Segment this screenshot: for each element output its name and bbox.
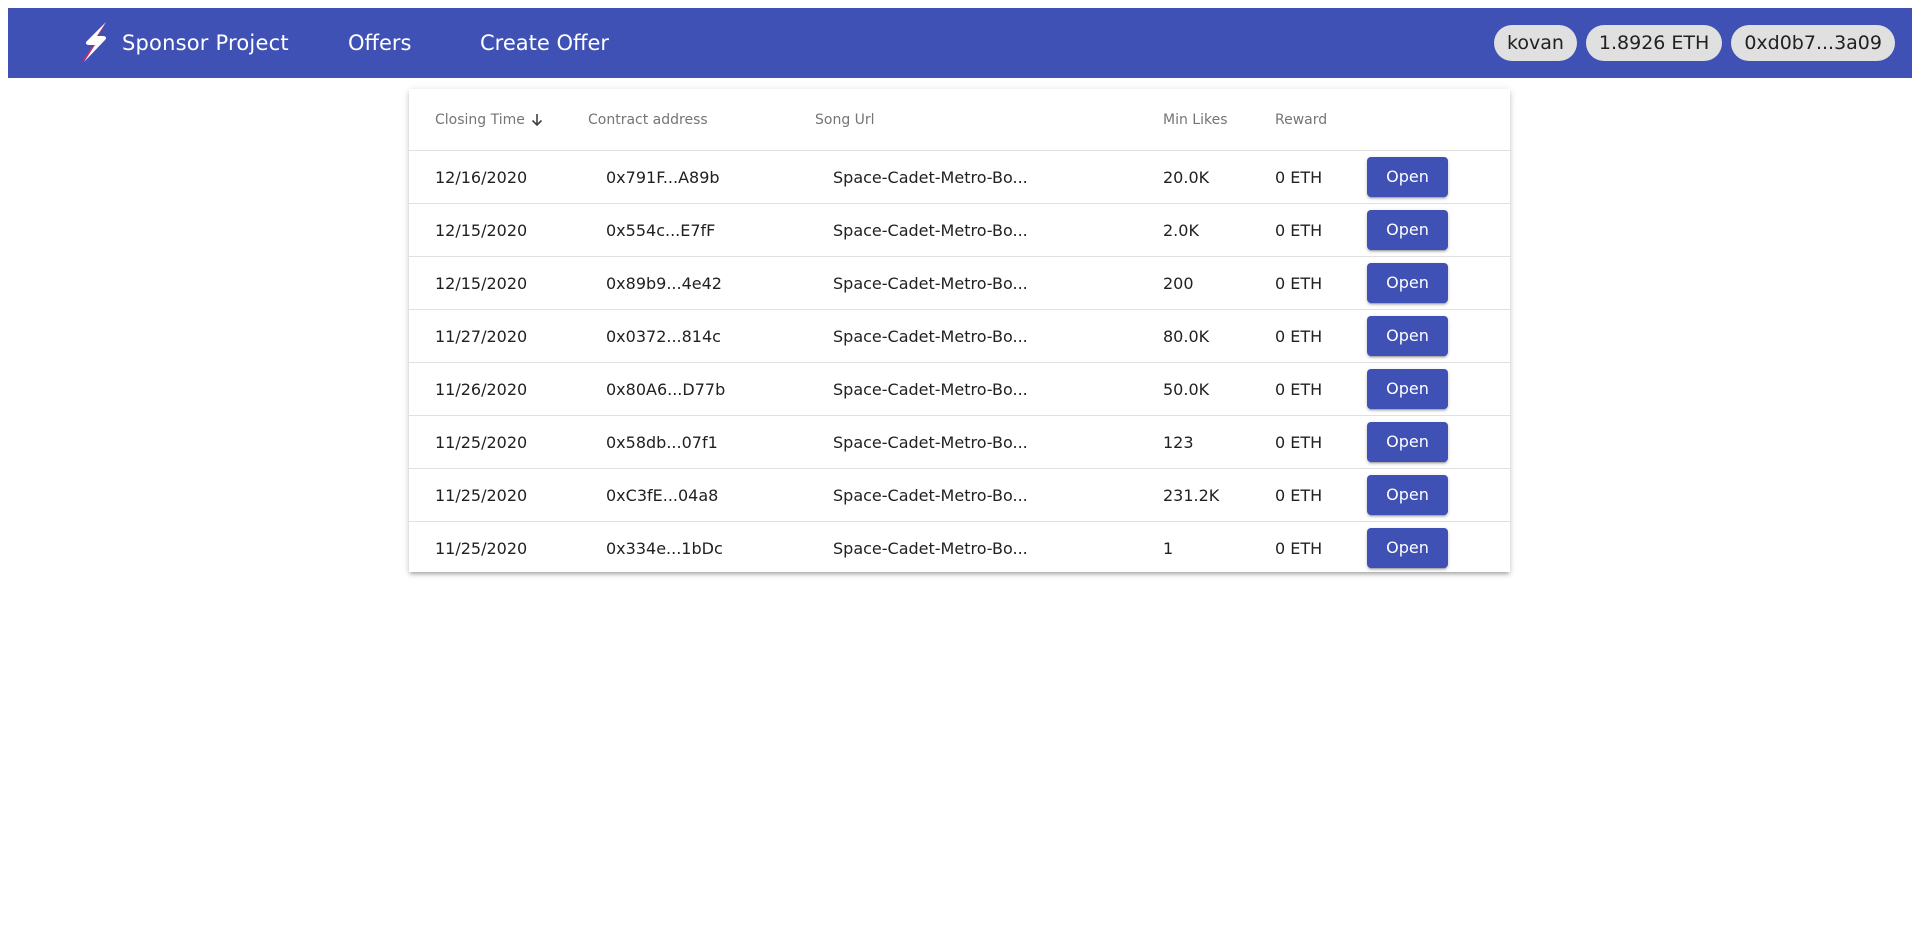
- action-cell: Open: [1367, 256, 1510, 310]
- action-cell: Open: [1367, 150, 1510, 204]
- reward-cell: 0 ETH: [1275, 203, 1367, 257]
- min-likes-cell: 1: [1163, 538, 1174, 558]
- open-button[interactable]: Open: [1367, 157, 1448, 197]
- contract-address-cell: 0xC3fE...04a8: [588, 468, 815, 522]
- table-row: 12/15/2020 0x554c...E7fF Space-Cadet-Met…: [409, 203, 1510, 257]
- reward-cell: 0 ETH: [1275, 309, 1367, 363]
- min-likes-cell: 50.0K: [1163, 362, 1275, 416]
- reward-cell: 0 ETH: [1275, 415, 1367, 469]
- top-app-bar: Sponsor Project Offers Create Offer kova…: [8, 8, 1912, 78]
- column-header-closing-time[interactable]: Closing Time: [409, 89, 588, 151]
- column-header-label: Reward: [1275, 111, 1328, 128]
- table-row: 11/25/2020 0x58db...07f1 Space-Cadet-Met…: [409, 415, 1510, 469]
- closing-time-cell: 11/27/2020: [409, 309, 588, 363]
- wallet-info: kovan 1.8926 ETH 0xd0b7...3a09: [1494, 25, 1895, 61]
- contract-address-cell: 0x58db...07f1: [588, 415, 815, 469]
- min-likes-cell: 2.0K: [1163, 203, 1275, 257]
- closing-time-cell: 11/25/2020: [409, 468, 588, 522]
- closing-time-cell: 11/26/2020: [409, 362, 588, 416]
- column-header-label: Song Url: [815, 111, 875, 128]
- min-likes-cell: 123: [1163, 415, 1275, 469]
- contract-address-cell: 0x89b9...4e42: [588, 256, 815, 310]
- column-header-song-url[interactable]: Song Url: [815, 89, 1163, 151]
- table-row: 11/25/2020 0x334e...1bDc Space-Cadet-Met…: [409, 522, 1510, 575]
- column-header-reward[interactable]: Reward: [1275, 89, 1367, 151]
- song-url-cell: Space-Cadet-Metro-Bo...: [815, 468, 1163, 522]
- closing-time-cell: 12/15/2020: [409, 256, 588, 310]
- arrow-down-icon: [531, 113, 542, 126]
- open-button[interactable]: Open: [1367, 210, 1448, 250]
- action-cell: Open: [1367, 203, 1510, 257]
- nav-offers[interactable]: Offers: [348, 8, 412, 78]
- column-header-contract-address[interactable]: Contract address: [588, 89, 815, 151]
- song-url-cell: Space-Cadet-Metro-Bo...: [815, 362, 1163, 416]
- reward-cell: 0 ETH: [1275, 468, 1367, 522]
- table-row: 12/15/2020 0x89b9...4e42 Space-Cadet-Met…: [409, 256, 1510, 310]
- contract-address-cell: 0x554c...E7fF: [588, 203, 815, 257]
- contract-address-cell: 0x0372...814c: [588, 309, 815, 363]
- table-row: 11/25/2020 0xC3fE...04a8 Space-Cadet-Met…: [409, 468, 1510, 522]
- song-url-cell: Space-Cadet-Metro-Bo...: [815, 415, 1163, 469]
- song-url-cell: Space-Cadet-Metro-Bo...: [833, 538, 1028, 558]
- nav-create-offer[interactable]: Create Offer: [480, 8, 609, 78]
- column-header-action: [1367, 89, 1510, 151]
- brand[interactable]: Sponsor Project: [74, 20, 289, 66]
- action-cell: Open: [1367, 415, 1510, 469]
- min-likes-cell: 200: [1163, 256, 1275, 310]
- action-cell: Open: [1367, 522, 1510, 575]
- lightning-logo-icon: [80, 22, 107, 64]
- reward-cell: 0 ETH: [1275, 150, 1367, 204]
- table-row: 11/27/2020 0x0372...814c Space-Cadet-Met…: [409, 309, 1510, 363]
- table-row: 11/26/2020 0x80A6...D77b Space-Cadet-Met…: [409, 362, 1510, 416]
- action-cell: Open: [1367, 362, 1510, 416]
- song-url-cell: Space-Cadet-Metro-Bo...: [815, 256, 1163, 310]
- reward-cell: 0 ETH: [1275, 538, 1323, 558]
- column-header-label: Contract address: [588, 111, 708, 128]
- table-row: 12/16/2020 0x791F...A89b Space-Cadet-Met…: [409, 150, 1510, 204]
- closing-time-cell: 12/16/2020: [409, 150, 588, 204]
- action-cell: Open: [1367, 309, 1510, 363]
- closing-time-cell: 12/15/2020: [409, 203, 588, 257]
- song-url-cell: Space-Cadet-Metro-Bo...: [815, 203, 1163, 257]
- offers-table: Closing Time Contract address Song Url M…: [409, 89, 1510, 574]
- min-likes-cell: 20.0K: [1163, 150, 1275, 204]
- brand-name: Sponsor Project: [122, 31, 289, 55]
- open-button[interactable]: Open: [1367, 528, 1448, 568]
- song-url-cell: Space-Cadet-Metro-Bo...: [815, 309, 1163, 363]
- column-header-min-likes[interactable]: Min Likes: [1163, 89, 1275, 151]
- reward-cell: 0 ETH: [1275, 256, 1367, 310]
- open-button[interactable]: Open: [1367, 369, 1448, 409]
- action-cell: Open: [1367, 468, 1510, 522]
- page: Sponsor Project Offers Create Offer kova…: [0, 0, 1919, 936]
- open-button[interactable]: Open: [1367, 263, 1448, 303]
- contract-address-cell: 0x791F...A89b: [588, 150, 815, 204]
- open-button[interactable]: Open: [1367, 316, 1448, 356]
- min-likes-cell: 80.0K: [1163, 309, 1275, 363]
- open-button[interactable]: Open: [1367, 475, 1448, 515]
- song-url-cell: Space-Cadet-Metro-Bo...: [815, 150, 1163, 204]
- table-header-row: Closing Time Contract address Song Url M…: [409, 89, 1510, 151]
- min-likes-cell: 231.2K: [1163, 468, 1275, 522]
- account-chip: 0xd0b7...3a09: [1731, 25, 1895, 61]
- offers-table-card: Closing Time Contract address Song Url M…: [409, 89, 1510, 572]
- contract-address-cell: 0x334e...1bDc: [606, 538, 723, 558]
- column-header-label: Min Likes: [1163, 111, 1228, 128]
- network-chip: kovan: [1494, 25, 1577, 61]
- balance-chip: 1.8926 ETH: [1585, 25, 1723, 61]
- closing-time-cell: 11/25/2020: [409, 415, 588, 469]
- closing-time-cell: 11/25/2020: [435, 538, 528, 558]
- open-button[interactable]: Open: [1367, 422, 1448, 462]
- column-header-label: Closing Time: [435, 111, 525, 128]
- contract-address-cell: 0x80A6...D77b: [588, 362, 815, 416]
- reward-cell: 0 ETH: [1275, 362, 1367, 416]
